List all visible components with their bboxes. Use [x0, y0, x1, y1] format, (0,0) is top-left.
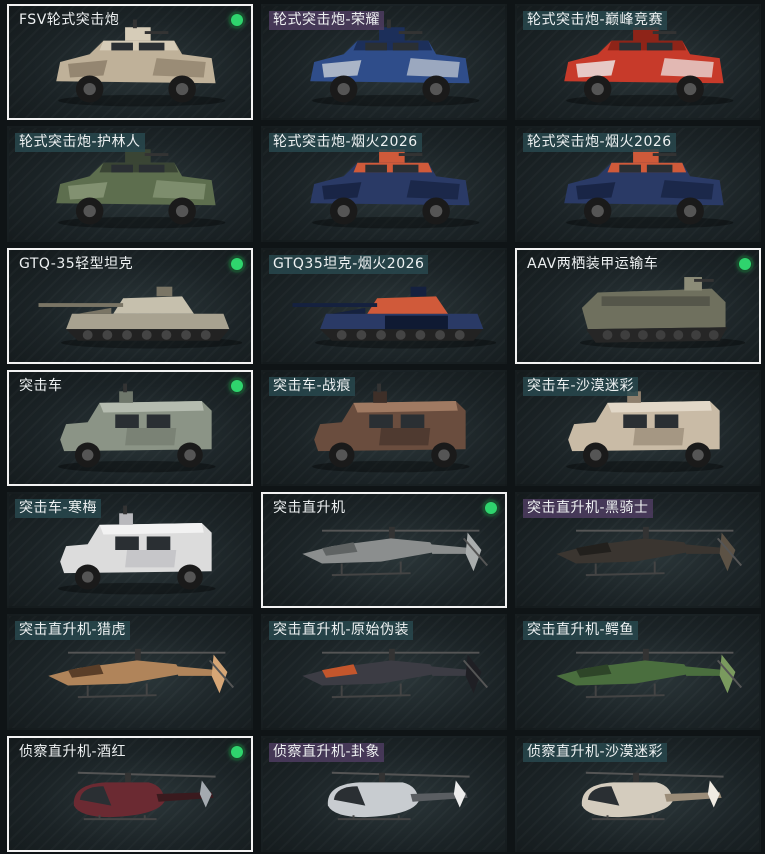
vehicle-skin-card[interactable]: 突击直升机: [261, 492, 507, 608]
vehicle-skin-grid: FSV轮式突击炮 轮式突击炮-荣耀 轮式突击炮-巅峰竞赛 轮式突击炮-护林人 轮…: [0, 0, 765, 854]
vehicle-skin-name: 侦察直升机-卦象: [269, 743, 385, 762]
vehicle-skin-card[interactable]: GTQ35坦克-烟火2026: [261, 248, 507, 364]
vehicle-skin-card[interactable]: 侦察直升机-沙漠迷彩: [515, 736, 761, 852]
vehicle-skin-name: 侦察直升机-酒红: [19, 744, 127, 760]
vehicle-skin-name: 侦察直升机-沙漠迷彩: [523, 743, 668, 762]
vehicle-skin-name: 轮式突击炮-巅峰竞赛: [523, 11, 668, 30]
vehicle-skin-name: 突击车-寒梅: [15, 499, 102, 518]
vehicle-skin-name: 突击直升机: [273, 500, 346, 516]
vehicle-skin-card[interactable]: 轮式突击炮-烟火2026: [261, 126, 507, 242]
equipped-indicator-icon: [231, 258, 243, 270]
vehicle-skin-card[interactable]: 突击车-沙漠迷彩: [515, 370, 761, 486]
vehicle-skin-card[interactable]: 轮式突击炮-巅峰竞赛: [515, 4, 761, 120]
vehicle-skin-card[interactable]: 侦察直升机-酒红: [7, 736, 253, 852]
equipped-indicator-icon: [739, 258, 751, 270]
vehicle-skin-name: 轮式突击炮-烟火2026: [523, 133, 676, 152]
vehicle-skin-name: 突击车-沙漠迷彩: [523, 377, 639, 396]
vehicle-skin-card[interactable]: 突击车-战痕: [261, 370, 507, 486]
vehicle-skin-card[interactable]: GTQ-35轻型坦克: [7, 248, 253, 364]
vehicle-skin-card[interactable]: 突击直升机-黑骑士: [515, 492, 761, 608]
vehicle-skin-card[interactable]: 突击直升机-鳄鱼: [515, 614, 761, 730]
equipped-indicator-icon: [231, 380, 243, 392]
vehicle-skin-name: 突击车: [19, 378, 63, 394]
vehicle-skin-card[interactable]: 轮式突击炮-护林人: [7, 126, 253, 242]
vehicle-skin-name: 突击直升机-鳄鱼: [523, 621, 639, 640]
vehicle-skin-card[interactable]: FSV轮式突击炮: [7, 4, 253, 120]
vehicle-skin-name: 突击直升机-黑骑士: [523, 499, 653, 518]
vehicle-skin-name: GTQ35坦克-烟火2026: [269, 255, 429, 274]
vehicle-skin-card[interactable]: 侦察直升机-卦象: [261, 736, 507, 852]
vehicle-skin-name: 突击直升机-原始伪装: [269, 621, 414, 640]
vehicle-skin-card[interactable]: 突击直升机-原始伪装: [261, 614, 507, 730]
vehicle-skin-card[interactable]: 轮式突击炮-荣耀: [261, 4, 507, 120]
vehicle-skin-name: GTQ-35轻型坦克: [19, 256, 134, 272]
equipped-indicator-icon: [485, 502, 497, 514]
vehicle-skin-name: FSV轮式突击炮: [19, 12, 120, 28]
equipped-indicator-icon: [231, 746, 243, 758]
vehicle-skin-name: 突击车-战痕: [269, 377, 356, 396]
equipped-indicator-icon: [231, 14, 243, 26]
vehicle-skin-name: 突击直升机-猎虎: [15, 621, 131, 640]
vehicle-skin-name: AAV两栖装甲运输车: [527, 256, 659, 272]
vehicle-skin-name: 轮式突击炮-烟火2026: [269, 133, 422, 152]
vehicle-skin-card[interactable]: AAV两栖装甲运输车: [515, 248, 761, 364]
vehicle-skin-card[interactable]: 突击车-寒梅: [7, 492, 253, 608]
vehicle-skin-card[interactable]: 轮式突击炮-烟火2026: [515, 126, 761, 242]
vehicle-skin-name: 轮式突击炮-荣耀: [269, 11, 385, 30]
vehicle-skin-card[interactable]: 突击车: [7, 370, 253, 486]
vehicle-skin-card[interactable]: 突击直升机-猎虎: [7, 614, 253, 730]
vehicle-skin-name: 轮式突击炮-护林人: [15, 133, 145, 152]
